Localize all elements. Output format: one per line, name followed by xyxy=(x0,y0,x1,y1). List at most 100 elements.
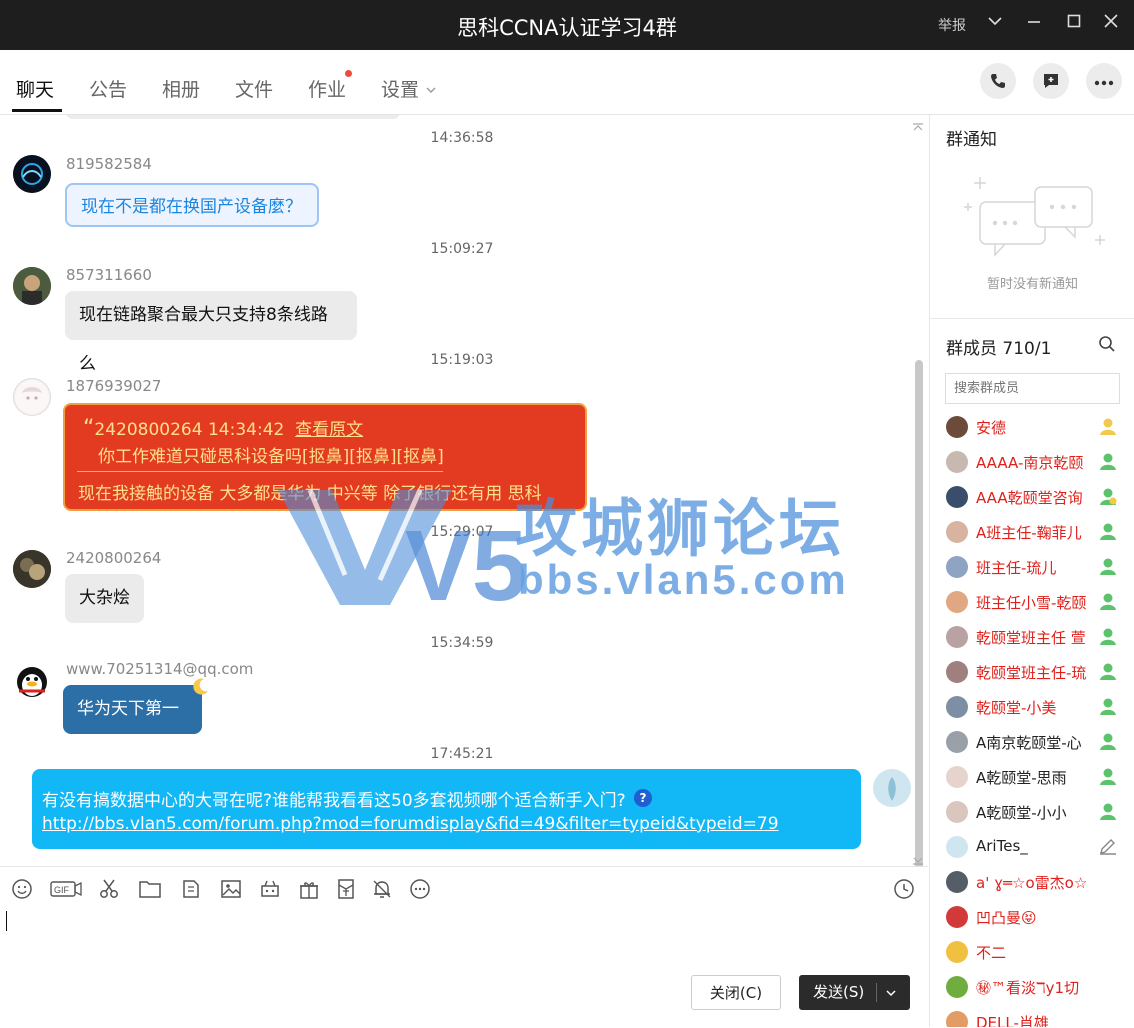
message-time: 15:34:59 xyxy=(430,635,494,651)
member-item[interactable]: AAA乾颐堂咨询 xyxy=(946,482,1126,512)
message-link[interactable]: http://bbs.vlan5.com/forum.php?mod=forum… xyxy=(42,814,779,834)
emoji-icon[interactable] xyxy=(10,878,34,902)
avatar[interactable] xyxy=(13,661,51,699)
input-area: GIF 关闭(C) 发送(S) xyxy=(0,866,928,1028)
avatar xyxy=(946,591,968,613)
member-item[interactable]: A乾颐堂-思雨 xyxy=(946,762,1126,792)
chat-plus-icon xyxy=(1044,74,1058,88)
new-topic-button[interactable] xyxy=(1033,63,1069,99)
gift-icon[interactable] xyxy=(297,878,321,902)
quote-mark-icon: “ xyxy=(83,416,95,441)
avatar[interactable] xyxy=(13,267,51,305)
message-bubble[interactable]: 现在不是都在换国产设备麼？ xyxy=(65,183,319,227)
avatar[interactable] xyxy=(13,378,51,416)
close-button[interactable]: 关闭(C) xyxy=(691,975,781,1010)
sender-name: 2420800264 xyxy=(66,549,162,567)
tab-announcement[interactable]: 公告 xyxy=(89,75,127,102)
mute-bell-icon[interactable] xyxy=(370,878,394,902)
admin-badge-icon xyxy=(1100,768,1116,785)
game-icon[interactable] xyxy=(258,878,282,902)
member-name: A班主任-鞠菲儿 xyxy=(976,524,1082,542)
more-button[interactable] xyxy=(1086,63,1122,99)
member-item[interactable]: 班主任-琉儿 xyxy=(946,552,1126,582)
member-name: 班主任-琉儿 xyxy=(976,559,1057,577)
message-bubble[interactable]: 大杂烩 xyxy=(65,574,144,623)
member-item[interactable]: AAAA-南京乾颐 xyxy=(946,447,1126,477)
member-item[interactable]: 凹凸曼😝 xyxy=(946,902,1126,932)
gif-icon[interactable]: GIF xyxy=(50,878,82,902)
member-item[interactable]: A乾颐堂-小小 xyxy=(946,797,1126,827)
member-item[interactable]: 乾颐堂班主任-琉 xyxy=(946,657,1126,687)
notice-title: 群通知 xyxy=(946,130,997,150)
unread-dot xyxy=(345,70,352,77)
message-time: 17:45:21 xyxy=(430,746,494,762)
minimize-icon[interactable] xyxy=(1022,12,1046,36)
tab-files[interactable]: 文件 xyxy=(235,75,273,102)
admin-badge-icon xyxy=(1100,523,1116,540)
quote-meta: 2420800264 14:34:42 xyxy=(94,420,285,440)
tab-homework[interactable]: 作业 xyxy=(308,75,346,102)
member-name: AAA乾颐堂咨询 xyxy=(976,489,1083,507)
history-clock-icon[interactable] xyxy=(892,878,916,902)
member-search-input[interactable] xyxy=(945,373,1120,404)
close-icon[interactable] xyxy=(1099,12,1123,36)
scissors-icon[interactable] xyxy=(97,878,121,902)
member-item[interactable]: 乾颐堂-小美 xyxy=(946,692,1126,722)
send-divider xyxy=(876,983,877,1002)
tab-album[interactable]: 相册 xyxy=(162,75,200,102)
maximize-icon[interactable] xyxy=(1062,12,1086,36)
notice-empty-text: 暂时没有新通知 xyxy=(986,277,1078,292)
message-input[interactable] xyxy=(0,907,928,967)
folder-icon[interactable] xyxy=(138,878,162,902)
panel-divider xyxy=(930,318,1134,319)
tab-chat[interactable]: 聊天 xyxy=(16,75,54,102)
view-original-link[interactable]: 查看原文 xyxy=(295,420,363,440)
search-icon[interactable] xyxy=(1098,335,1116,357)
image-icon[interactable] xyxy=(219,878,243,902)
member-item[interactable]: AriTes_ xyxy=(946,832,1126,862)
scroll-bottom-icon[interactable] xyxy=(912,851,924,867)
avatar xyxy=(946,556,968,578)
message-text: 现在我接触的设备 大多都是华为 中兴等 除了银行还有用 思科 xyxy=(78,484,542,504)
send-button[interactable]: 发送(S) xyxy=(799,975,910,1010)
more-dots-icon xyxy=(1094,80,1114,86)
member-item[interactable]: 乾颐堂班主任 萱 xyxy=(946,622,1126,652)
message-bubble[interactable]: 华为天下第一 xyxy=(63,685,202,734)
member-item[interactable]: A南京乾颐堂-心 xyxy=(946,727,1126,757)
tab-settings-label: 设置 xyxy=(381,79,420,101)
screenshot-tool-icon[interactable] xyxy=(179,878,203,902)
admin-badge-icon xyxy=(1100,488,1117,505)
member-item[interactable]: 安德 xyxy=(946,412,1126,442)
member-item[interactable]: DELL-肖雄 xyxy=(946,1007,1126,1027)
title-bar: 思科CCNA认证学习4群 举报 xyxy=(0,0,1134,50)
own-message-bubble[interactable]: 有没有搞数据中心的大哥在呢?谁能帮我看看这50多套视频哪个适合新手入门? ? h… xyxy=(32,769,861,849)
chat-scrollbar[interactable] xyxy=(915,360,923,867)
avatar[interactable] xyxy=(13,550,51,588)
avatar xyxy=(946,1011,968,1027)
previous-message-bubble xyxy=(66,115,400,119)
report-link[interactable]: 举报 xyxy=(938,15,966,35)
member-item[interactable]: A班主任-鞠菲儿 xyxy=(946,517,1126,547)
member-item[interactable]: 班主任小雪-乾颐 xyxy=(946,587,1126,617)
quoted-message-bubble[interactable]: “2420800264 14:34:42 查看原文 你工作难道只碰思科设备吗[抠… xyxy=(63,403,587,511)
admin-badge-icon xyxy=(1100,593,1116,610)
member-item[interactable]: ㊙™看淡ℸy1切 xyxy=(946,972,1126,1002)
member-item[interactable]: 不二 xyxy=(946,937,1126,967)
edit-pencil-icon[interactable] xyxy=(1098,836,1118,856)
member-item[interactable]: a' ɣ═☆o雷杰o☆ xyxy=(946,867,1126,897)
sender-name: 1876939027 xyxy=(66,377,162,395)
self-avatar[interactable] xyxy=(873,769,911,807)
tab-settings[interactable]: 设置 xyxy=(381,75,437,102)
member-name: DELL-肖雄 xyxy=(976,1014,1049,1027)
active-tab-indicator xyxy=(12,109,62,112)
member-name: 乾颐堂班主任 萱 xyxy=(976,629,1086,647)
call-button[interactable] xyxy=(980,63,1016,99)
message-bubble[interactable]: 现在链路聚合最大只支持8条线路么 xyxy=(65,291,357,374)
avatar xyxy=(946,521,968,543)
red-packet-icon[interactable] xyxy=(334,878,358,902)
avatar[interactable] xyxy=(13,155,51,193)
chevron-down-icon[interactable] xyxy=(885,987,897,999)
chevron-down-icon[interactable] xyxy=(983,12,1007,36)
more-tools-icon[interactable] xyxy=(408,878,432,902)
question-icon[interactable]: ? xyxy=(634,789,652,807)
